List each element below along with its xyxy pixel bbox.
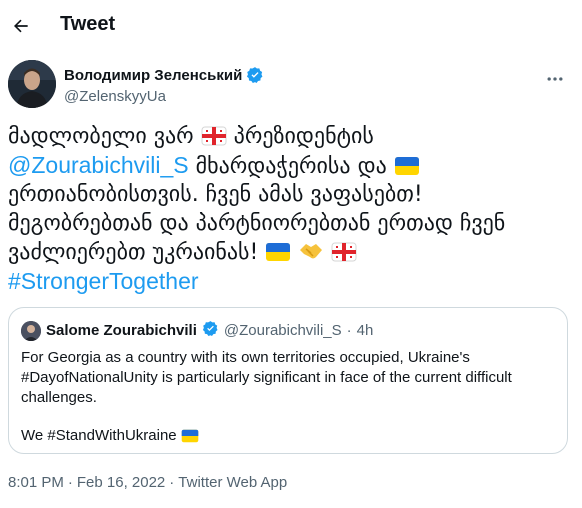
hashtag-link[interactable]: #StrongerTogether: [8, 268, 199, 294]
verified-badge-icon: [246, 66, 264, 84]
quote-author-name: Salome Zourabichvili: [46, 322, 197, 339]
tweet-text-segment: მხარდაჭერისა და: [188, 154, 394, 179]
tweet-text-line: მეგობრებთან და პარტნიორებთან ერთად ჩვენ: [8, 211, 506, 236]
author-handle[interactable]: @ZelenskyyUa: [64, 88, 166, 105]
tweet-text: მადლობელი ვარ პრეზიდენტის @Zourabichvili…: [8, 122, 568, 296]
separator-dot: ·: [169, 474, 175, 491]
georgia-flag-icon: [331, 241, 357, 270]
tweet-text-segment: მადლობელი ვარ: [8, 124, 201, 149]
tweet-text-line: ერთიანობისთვის. ჩვენ ამას ვაფასებთ!: [8, 182, 423, 207]
top-bar: Tweet: [0, 0, 582, 52]
quote-time: 4h: [356, 322, 374, 339]
ukraine-flag-icon: [265, 241, 291, 270]
quoted-tweet[interactable]: Salome Zourabichvili @Zourabichvili_S · …: [8, 307, 568, 454]
handshake-icon: [298, 240, 324, 270]
tweet-date[interactable]: Feb 16, 2022: [77, 474, 165, 491]
tweet-text-segment: ვაძლიერებთ უკრაინას!: [8, 240, 266, 265]
more-horizontal-icon: [547, 77, 563, 81]
author-name[interactable]: Володимир Зеленський: [64, 67, 242, 84]
quote-text-paragraph: For Georgia as a country with its own te…: [21, 349, 512, 406]
more-button[interactable]: [540, 64, 570, 94]
page-title: Tweet: [60, 13, 116, 35]
mention-link[interactable]: @Zourabichvili_S: [8, 152, 189, 178]
georgia-flag-icon: [201, 125, 227, 154]
tweet-author: Володимир Зеленський @ZelenskyyUa: [8, 60, 574, 112]
quote-text-paragraph: We #StandWithUkraine: [21, 427, 177, 444]
quote-avatar: [21, 320, 41, 341]
separator-dot: ·: [346, 322, 352, 339]
tweet-source[interactable]: Twitter Web App: [178, 474, 287, 491]
tweet-meta: 8:01 PM · Feb 16, 2022 · Twitter Web App: [8, 474, 287, 491]
quote-text: For Georgia as a country with its own te…: [21, 348, 551, 449]
verified-badge-icon: [202, 320, 219, 341]
tweet-time[interactable]: 8:01 PM: [8, 474, 64, 491]
ukraine-flag-icon: [181, 429, 199, 449]
quote-author-handle: @Zourabichvili_S: [223, 322, 342, 339]
tweet-text-segment: პრეზიდენტის: [226, 124, 374, 149]
arrow-left-icon: [14, 19, 28, 33]
separator-dot: ·: [67, 474, 73, 491]
back-button[interactable]: [4, 9, 38, 43]
avatar[interactable]: [8, 60, 56, 108]
